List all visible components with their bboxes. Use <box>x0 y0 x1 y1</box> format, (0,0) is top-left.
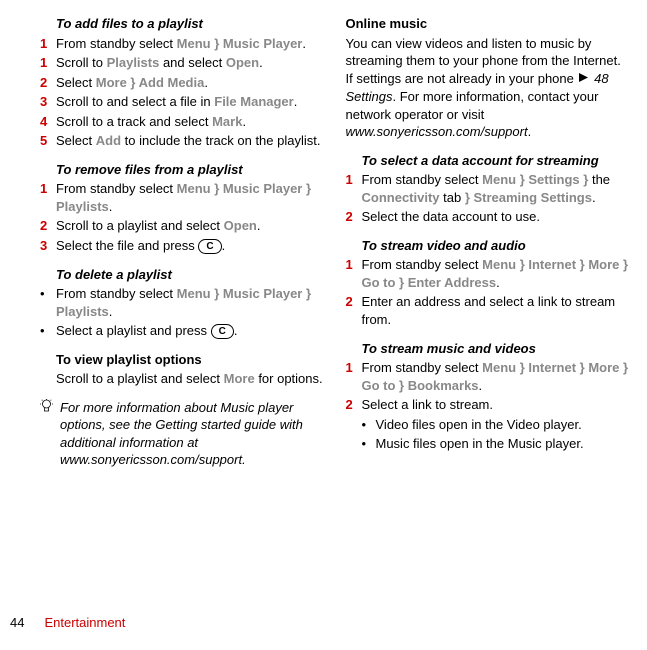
paragraph: Scroll to a playlist and select More for… <box>40 370 324 388</box>
bullet-icon <box>40 322 56 340</box>
step-number: 3 <box>40 93 56 111</box>
step-number: 1 <box>40 54 56 72</box>
step: 2Enter an address and select a link to s… <box>346 293 630 328</box>
step-number: 1 <box>346 256 362 291</box>
bullet-icon <box>362 416 376 434</box>
step-number: 2 <box>40 74 56 92</box>
page-footer: 44 Entertainment <box>10 614 125 632</box>
heading-online-music: Online music <box>346 15 630 33</box>
sub-bullet: Music files open in the Music player. <box>346 435 630 453</box>
step-number: 2 <box>40 217 56 235</box>
step-number: 2 <box>346 208 362 226</box>
step-number: 5 <box>40 132 56 150</box>
step-text: From standby select Menu } Internet } Mo… <box>362 359 630 394</box>
heading-stream-music-videos: To stream music and videos <box>346 340 630 358</box>
step: From standby select Menu } Music Player … <box>40 285 324 320</box>
page-columns: To add files to a playlist 1From standby… <box>40 15 629 469</box>
step: Select a playlist and press C. <box>40 322 324 340</box>
step-text: Scroll to Playlists and select Open. <box>56 54 324 72</box>
heading-stream-video-audio: To stream video and audio <box>346 237 630 255</box>
step: 1From standby select Menu } Music Player… <box>40 35 324 53</box>
page-number: 44 <box>10 615 24 630</box>
step-text: From standby select Menu } Music Player. <box>56 35 324 53</box>
step-text: Select a link to stream. <box>362 396 630 414</box>
page-ref-arrow-icon <box>578 70 589 88</box>
right-column: Online music You can view videos and lis… <box>346 15 630 469</box>
heading-delete-playlist: To delete a playlist <box>40 266 324 284</box>
step-text: From standby select Menu } Internet } Mo… <box>362 256 630 291</box>
lightbulb-icon <box>40 399 54 469</box>
heading-select-data-account: To select a data account for streaming <box>346 152 630 170</box>
step-text: Select a playlist and press C. <box>56 322 324 340</box>
step-number: 4 <box>40 113 56 131</box>
step: 2Select a link to stream. <box>346 396 630 414</box>
c-key-icon: C <box>198 239 221 254</box>
step: 5Select Add to include the track on the … <box>40 132 324 150</box>
step: 2Select the data account to use. <box>346 208 630 226</box>
step-text: From standby select Menu } Music Player … <box>56 180 324 215</box>
heading-view-options: To view playlist options <box>40 351 324 369</box>
tip-note: For more information about Music player … <box>40 399 324 469</box>
step: 1From standby select Menu } Internet } M… <box>346 359 630 394</box>
step-number: 2 <box>346 396 362 414</box>
step-text: Select the data account to use. <box>362 208 630 226</box>
step: 1From standby select Menu } Internet } M… <box>346 256 630 291</box>
tip-text: For more information about Music player … <box>60 399 324 469</box>
step-number: 1 <box>40 180 56 215</box>
step-text: Select Add to include the track on the p… <box>56 132 324 150</box>
step: 4Scroll to a track and select Mark. <box>40 113 324 131</box>
step-text: Select More } Add Media. <box>56 74 324 92</box>
step-text: Scroll to a track and select Mark. <box>56 113 324 131</box>
heading-add-files: To add files to a playlist <box>40 15 324 33</box>
step-text: Enter an address and select a link to st… <box>362 293 630 328</box>
step-number: 2 <box>346 293 362 328</box>
step: 3Select the file and press C. <box>40 237 324 255</box>
heading-remove-files: To remove files from a playlist <box>40 161 324 179</box>
bullet-icon <box>40 285 56 320</box>
step-text: Scroll to a playlist and select Open. <box>56 217 324 235</box>
section-name: Entertainment <box>44 615 125 630</box>
step-text: From standby select Menu } Music Player … <box>56 285 324 320</box>
step: 1Scroll to Playlists and select Open. <box>40 54 324 72</box>
step: 3Scroll to and select a file in File Man… <box>40 93 324 111</box>
step-text: Scroll to and select a file in File Mana… <box>56 93 324 111</box>
c-key-icon: C <box>211 324 234 339</box>
step-number: 1 <box>40 35 56 53</box>
step-text: From standby select Menu } Settings } th… <box>362 171 630 206</box>
paragraph: You can view videos and listen to music … <box>346 35 630 141</box>
step: 1From standby select Menu } Settings } t… <box>346 171 630 206</box>
step-number: 1 <box>346 171 362 206</box>
left-column: To add files to a playlist 1From standby… <box>40 15 324 469</box>
step: 2Scroll to a playlist and select Open. <box>40 217 324 235</box>
step-text: Select the file and press C. <box>56 237 324 255</box>
step: 1From standby select Menu } Music Player… <box>40 180 324 215</box>
step-number: 1 <box>346 359 362 394</box>
step-number: 3 <box>40 237 56 255</box>
sub-bullet-text: Music files open in the Music player. <box>376 435 584 453</box>
step: 2Select More } Add Media. <box>40 74 324 92</box>
sub-bullet: Video files open in the Video player. <box>346 416 630 434</box>
bullet-icon <box>362 435 376 453</box>
sub-bullet-text: Video files open in the Video player. <box>376 416 582 434</box>
